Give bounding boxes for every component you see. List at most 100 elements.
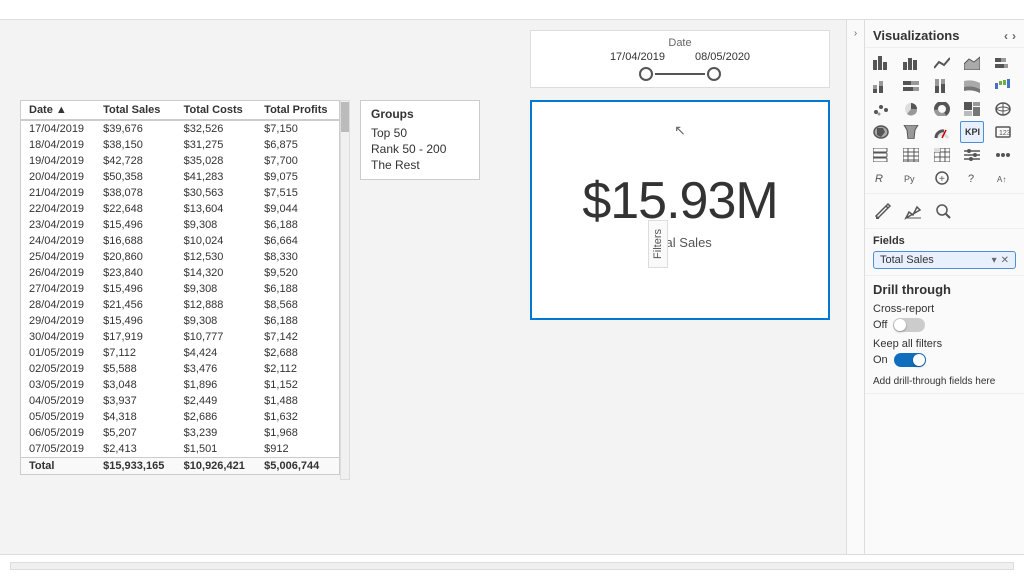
end-date: 08/05/2020	[695, 51, 750, 63]
funnel-icon[interactable]	[899, 121, 923, 143]
slider-track[interactable]	[541, 67, 819, 81]
keep-filters-toggle-row: On	[873, 353, 1016, 367]
keep-filters-toggle[interactable]	[894, 353, 926, 367]
table-row: 29/04/2019$15,496$9,308$6,188	[21, 313, 339, 329]
smart-narrative-icon[interactable]: A↑	[991, 167, 1015, 189]
col-header-profits[interactable]: Total Profits	[256, 101, 339, 120]
table-scrollbar[interactable]	[340, 100, 350, 480]
table-row: 22/04/2019$22,648$13,604$9,044	[21, 201, 339, 217]
bar-chart-icon[interactable]	[869, 52, 893, 74]
area-chart-icon[interactable]	[960, 52, 984, 74]
field-remove-icon[interactable]: ✕	[1001, 255, 1009, 266]
treemap-icon[interactable]	[960, 98, 984, 120]
col-header-sales[interactable]: Total Sales	[95, 101, 176, 120]
keep-filters-toggle-text: On	[873, 354, 888, 366]
group-item[interactable]: The Rest	[371, 157, 469, 173]
stacked-bar-icon[interactable]	[991, 52, 1015, 74]
add-drillthrough-button[interactable]: Add drill-through fields here	[873, 376, 995, 387]
col-header-date[interactable]: Date ▲	[21, 101, 95, 120]
svg-text:+: +	[939, 174, 945, 185]
top-bar	[0, 0, 1024, 20]
date-range: 17/04/2019 08/05/2020	[541, 51, 819, 63]
table-row: 26/04/2019$23,840$14,320$9,520	[21, 265, 339, 281]
collapse-arrow-icon: ›	[854, 28, 857, 39]
cross-report-toggle[interactable]	[893, 318, 925, 332]
visualizations-header: Visualizations ‹ ›	[865, 20, 1024, 48]
groups-panel: Groups Top 50Rank 50 - 200The Rest	[360, 100, 480, 180]
svg-text:Py: Py	[904, 174, 915, 184]
start-date: 17/04/2019	[610, 51, 665, 63]
table-row: 04/05/2019$3,937$2,449$1,488	[21, 393, 339, 409]
format-tool-icon[interactable]	[869, 198, 897, 224]
filters-tab[interactable]: Filters	[648, 220, 668, 268]
total-costs: $10,926,421	[176, 458, 257, 475]
table-row: 18/04/2019$38,150$31,275$6,875	[21, 137, 339, 153]
sidebar-collapse-button[interactable]: ›	[846, 20, 864, 554]
cross-report-toggle-text: Off	[873, 319, 887, 331]
filters-tab-label: Filters	[652, 229, 664, 259]
waterfall-icon[interactable]	[991, 75, 1015, 97]
viz-icons-grid: KPI 123 R	[865, 48, 1024, 194]
search-tool-icon[interactable]	[929, 198, 957, 224]
field-pill-total-sales[interactable]: Total Sales ▾ ✕	[873, 251, 1016, 269]
svg-text:KPI: KPI	[965, 127, 980, 137]
custom-visual-icon[interactable]: +	[930, 167, 954, 189]
scroll-thumb[interactable]	[341, 102, 349, 132]
table-row: 06/05/2019$5,207$3,239$1,968	[21, 425, 339, 441]
col-header-costs[interactable]: Total Costs	[176, 101, 257, 120]
filled-map-icon[interactable]	[869, 121, 893, 143]
slider-right-handle[interactable]	[707, 67, 721, 81]
group-item[interactable]: Rank 50 - 200	[371, 141, 469, 157]
table-row: 30/04/2019$17,919$10,777$7,142	[21, 329, 339, 345]
python-visual-icon[interactable]: Py	[899, 167, 923, 189]
matrix-icon[interactable]	[930, 144, 954, 166]
donut-icon[interactable]	[930, 98, 954, 120]
bottom-scrollbar[interactable]	[10, 562, 1014, 570]
table-icon[interactable]	[899, 144, 923, 166]
gauge-icon[interactable]	[930, 121, 954, 143]
next-arrow-icon[interactable]: ›	[1012, 29, 1016, 43]
fields-section: Fields Total Sales ▾ ✕	[865, 229, 1024, 276]
cursor-indicator: ↖	[674, 122, 686, 139]
data-table: Date ▲ Total Sales Total Costs Total Pro…	[21, 101, 339, 474]
table-row: 21/04/2019$38,078$30,563$7,515	[21, 185, 339, 201]
cross-report-toggle-thumb	[894, 319, 906, 331]
map-icon[interactable]	[991, 98, 1015, 120]
table-row: 01/05/2019$7,112$4,424$2,688	[21, 345, 339, 361]
table-row: 28/04/2019$21,456$12,888$8,568	[21, 297, 339, 313]
table-row: 24/04/2019$16,688$10,024$6,664	[21, 233, 339, 249]
cross-report-option: Cross-report Off	[873, 303, 1016, 332]
pie-icon[interactable]	[899, 98, 923, 120]
groups-title: Groups	[371, 107, 469, 121]
stacked-col-icon[interactable]	[869, 75, 893, 97]
drill-through-section: Drill through Cross-report Off Keep all …	[865, 276, 1024, 394]
header-arrows: ‹ ›	[1004, 29, 1016, 43]
group-item[interactable]: Top 50	[371, 125, 469, 141]
canvas: Date 17/04/2019 08/05/2020 Date ▲ Total …	[0, 20, 846, 554]
date-slicer[interactable]: Date 17/04/2019 08/05/2020	[530, 30, 830, 88]
slicer-icon[interactable]	[960, 144, 984, 166]
ribbon-icon[interactable]	[960, 75, 984, 97]
column-chart-icon[interactable]	[899, 52, 923, 74]
more-visuals-icon[interactable]	[991, 144, 1015, 166]
total-sales: $15,933,165	[95, 458, 176, 475]
bottom-bar	[0, 554, 1024, 576]
field-dropdown-icon[interactable]: ▾	[992, 255, 997, 266]
100pct-bar-icon[interactable]	[899, 75, 923, 97]
scatter-icon[interactable]	[869, 98, 893, 120]
r-visual-icon[interactable]: R	[869, 167, 893, 189]
qna-icon[interactable]: ?	[960, 167, 984, 189]
cross-report-toggle-row: Off	[873, 318, 1016, 332]
slider-left-handle[interactable]	[639, 67, 653, 81]
100pct-col-icon[interactable]	[930, 75, 954, 97]
kpi-icon[interactable]: KPI	[960, 121, 984, 143]
analytics-tool-icon[interactable]	[899, 198, 927, 224]
cross-report-label: Cross-report	[873, 303, 1016, 315]
prev-arrow-icon[interactable]: ‹	[1004, 29, 1008, 43]
groups-list: Top 50Rank 50 - 200The Rest	[371, 125, 469, 173]
field-pill-label: Total Sales	[880, 254, 934, 266]
card-icon[interactable]: 123	[991, 121, 1015, 143]
visualizations-title: Visualizations	[873, 28, 959, 43]
multirow-card-icon[interactable]	[869, 144, 893, 166]
line-chart-icon[interactable]	[930, 52, 954, 74]
